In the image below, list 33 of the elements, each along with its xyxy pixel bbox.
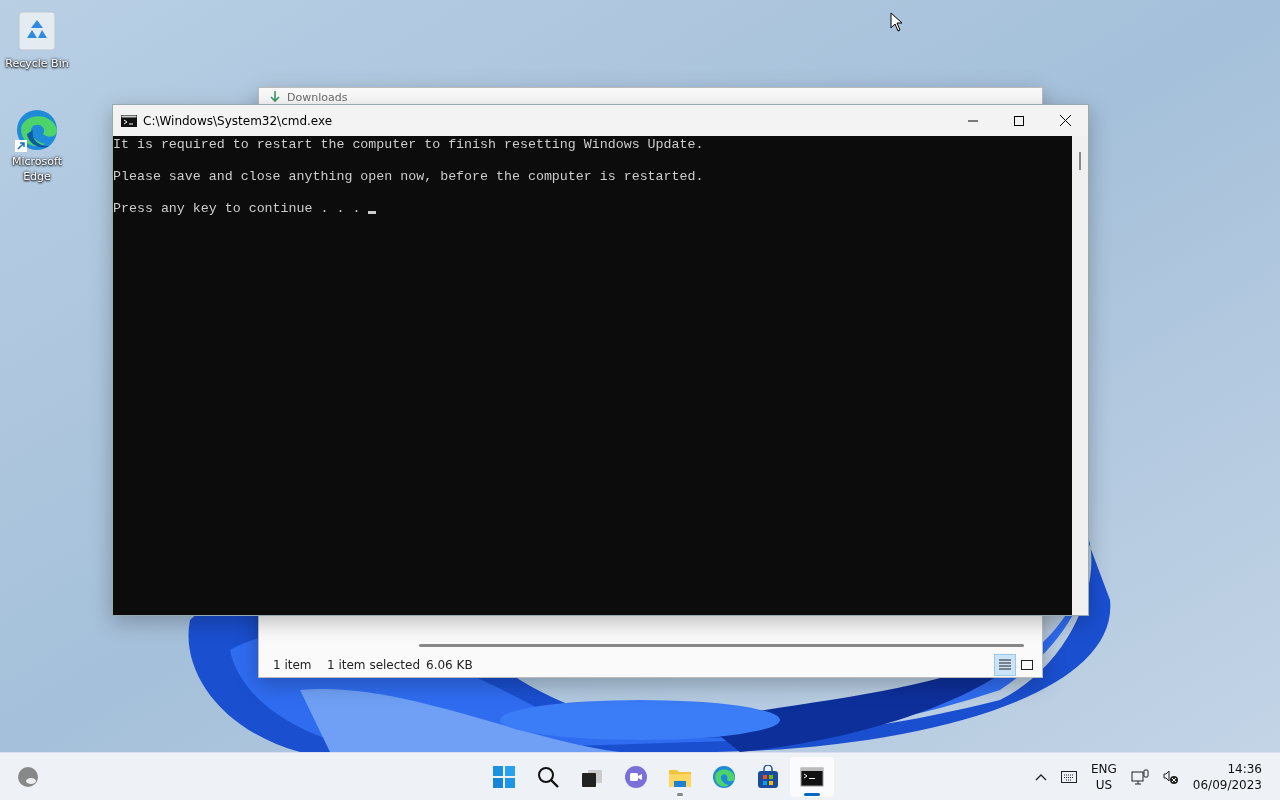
language-indicator[interactable]: ENG US: [1090, 760, 1117, 793]
speaker-muted-icon[interactable]: [1162, 768, 1179, 785]
download-icon: [269, 90, 281, 104]
scrollbar[interactable]: [1072, 136, 1088, 615]
maximize-icon: [1014, 115, 1024, 126]
console-icon: [121, 114, 137, 127]
scrollbar[interactable]: [419, 644, 1024, 647]
console-line: Please save and close anything open now, before the computer is restarted.: [113, 169, 704, 184]
weather-icon[interactable]: [17, 765, 39, 788]
clock-date[interactable]: 06/09/2023: [1192, 776, 1262, 793]
start-icon: [492, 764, 516, 789]
taskbar-button[interactable]: [790, 756, 834, 797]
mouse-pointer-icon: [890, 12, 903, 32]
window-title: C:\Windows\System32\cmd.exe: [143, 112, 333, 130]
edge-icon: [712, 764, 736, 789]
clock-time[interactable]: 14:36: [1192, 760, 1262, 777]
console-line: It is required to restart the computer to finish resetting Windows Update.: [113, 137, 704, 152]
network-icon[interactable]: [1130, 768, 1149, 785]
chat-icon: [624, 764, 648, 789]
keyboard-icon[interactable]: [1060, 770, 1077, 783]
search-icon: [536, 764, 560, 789]
store-icon: [756, 764, 780, 789]
view-toggle-button[interactable]: [994, 654, 1016, 676]
status-text: 1 item selected: [327, 657, 421, 674]
chevron-up-icon[interactable]: [1034, 772, 1047, 781]
close-icon: [1059, 115, 1071, 126]
large-icons-view-icon: [1019, 657, 1035, 673]
console-icon: [800, 764, 824, 789]
window-title: Downloads: [287, 90, 348, 104]
status-text: 6.06 KB: [426, 657, 473, 674]
details-view-icon: [997, 657, 1013, 673]
console-line: Press any key to continue . . .: [113, 201, 362, 216]
status-text: 1 item: [273, 657, 313, 674]
